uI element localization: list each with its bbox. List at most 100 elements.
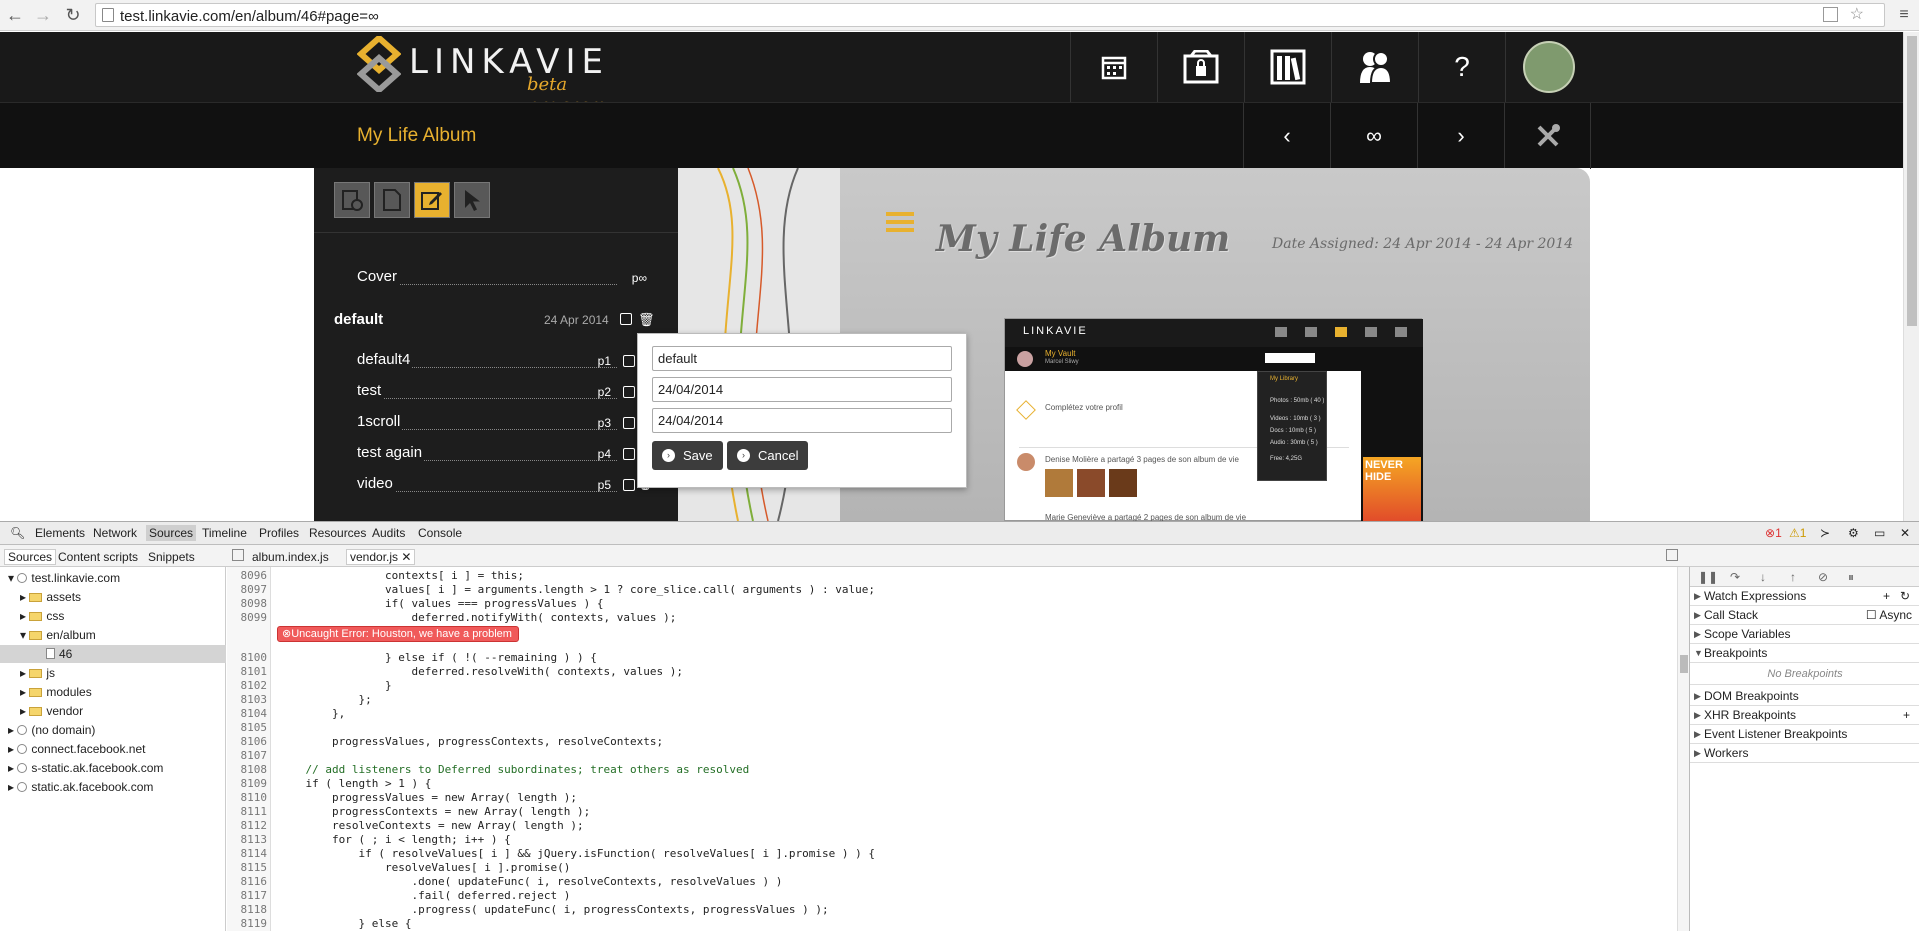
library-nav-button[interactable]	[1244, 32, 1331, 102]
close-tab-icon[interactable]: ✕	[401, 550, 411, 564]
xhr-breakpoints-pane[interactable]: ▶ XHR Breakpoints +	[1690, 706, 1919, 725]
tree-item[interactable]: ▸ js	[20, 666, 55, 680]
toc-page[interactable]: video p5 🗑	[357, 475, 653, 495]
line-number[interactable]: 8100	[227, 651, 268, 664]
error-bubble[interactable]: ⊗Uncaught Error: Houston, we have a prob…	[277, 626, 519, 642]
dock-icon[interactable]: ▭	[1874, 526, 1885, 540]
call-stack-pane[interactable]: ▶ Call Stack ☐ Async	[1690, 606, 1919, 625]
step-into-icon[interactable]: ↓	[1760, 570, 1766, 584]
workers-pane[interactable]: ▶ Workers	[1690, 744, 1919, 763]
close-icon[interactable]: ✕	[1900, 526, 1910, 540]
tab-resources[interactable]: Resources	[309, 526, 366, 540]
tree-item[interactable]: ▸ vendor	[20, 704, 83, 718]
line-number[interactable]: 8103	[227, 693, 268, 706]
section-name-input[interactable]	[652, 346, 952, 371]
line-number[interactable]: 8108	[227, 763, 268, 776]
edit-page-icon[interactable]	[623, 447, 635, 464]
dom-breakpoints-pane[interactable]: ▶ DOM Breakpoints	[1690, 687, 1919, 706]
scrollbar-thumb[interactable]	[1907, 36, 1917, 326]
line-number[interactable]: 8105	[227, 721, 268, 734]
toc-page[interactable]: default4 p1	[357, 351, 647, 371]
async-checkbox[interactable]: ☐ Async	[1866, 606, 1912, 624]
screenshot-preview-image[interactable]: LINKAVIE My Vault Marcel Sliwy Complétez…	[1004, 318, 1423, 521]
tree-item[interactable]: ▸ connect.facebook.net	[8, 742, 145, 756]
address-bar[interactable]: test.linkavie.com/en/album/46#page=∞ ☆	[95, 3, 1885, 27]
line-number[interactable]: 8104	[227, 707, 268, 720]
toc-page[interactable]: test again p4	[357, 444, 647, 464]
code-editor[interactable]: 8096 8097 8098 8099 8100 8101 8102 8103 8104 8105…	[227, 567, 1687, 931]
watch-expressions-pane[interactable]: ▶ Watch Expressions + ↻	[1690, 587, 1919, 606]
tree-item[interactable]: ▸ static.ak.facebook.com	[8, 780, 153, 794]
line-number[interactable]: 8116	[227, 875, 268, 888]
add-page-tool[interactable]	[334, 182, 370, 218]
profile-nav-button[interactable]	[1505, 32, 1592, 102]
tree-item[interactable]: ▸ (no domain)	[8, 723, 95, 737]
error-counter[interactable]: ⊗1	[1765, 526, 1782, 540]
subtab-sources[interactable]: Sources	[4, 549, 57, 565]
scope-variables-pane[interactable]: ▶ Scope Variables	[1690, 625, 1919, 644]
subtab-content-scripts[interactable]: Content scripts	[58, 550, 138, 564]
search-icon[interactable]: 🔍︎	[10, 526, 25, 540]
line-number[interactable]: 8111	[227, 805, 268, 818]
translate-icon[interactable]	[1823, 7, 1838, 22]
edit-tool[interactable]	[414, 182, 450, 218]
tree-item[interactable]: ▸ s-static.ak.facebook.com	[8, 761, 163, 775]
edit-section-icon[interactable]	[620, 313, 632, 328]
tree-item[interactable]: ▾ test.linkavie.com	[8, 571, 120, 585]
line-number[interactable]: 8110	[227, 791, 268, 804]
tree-item[interactable]: ▸ modules	[20, 685, 92, 699]
warning-counter[interactable]: ⚠1	[1789, 526, 1806, 540]
page-scrollbar[interactable]	[1903, 32, 1919, 521]
back-arrow-icon[interactable]: ←	[4, 4, 26, 26]
drawer-toggle-icon[interactable]: ≻	[1820, 526, 1830, 540]
tab-audits[interactable]: Audits	[372, 526, 405, 540]
tree-item[interactable]: ▸ assets	[20, 590, 81, 604]
album-menu-icon[interactable]	[886, 212, 914, 216]
line-number[interactable]: 8113	[227, 833, 268, 846]
new-page-tool[interactable]	[374, 182, 410, 218]
step-over-icon[interactable]: ↷	[1730, 570, 1740, 584]
line-number[interactable]: 8102	[227, 679, 268, 692]
line-number[interactable]: 8117	[227, 889, 268, 902]
line-number[interactable]: 8106	[227, 735, 268, 748]
select-tool[interactable]	[454, 182, 490, 218]
tree-item[interactable]: ▸ css	[20, 609, 64, 623]
vault-nav-button[interactable]	[1157, 32, 1244, 102]
cancel-button[interactable]: › Cancel	[727, 441, 809, 470]
line-number[interactable]: 8099	[227, 611, 268, 624]
people-nav-button[interactable]	[1331, 32, 1418, 102]
file-tab-album-index[interactable]: album.index.js	[252, 550, 329, 564]
toggle-navigator-icon[interactable]	[232, 549, 244, 561]
tree-item-selected[interactable]: 46	[46, 647, 72, 661]
forward-arrow-icon[interactable]: →	[32, 4, 54, 26]
tab-profiles[interactable]: Profiles	[259, 526, 299, 540]
previous-page-button[interactable]: ‹	[1243, 103, 1330, 169]
toc-cover[interactable]: Cover p∞	[357, 268, 647, 288]
refresh-icon[interactable]: ↻	[1900, 587, 1910, 605]
settings-tools-button[interactable]	[1504, 103, 1591, 169]
line-number[interactable]: 8101	[227, 665, 268, 678]
file-tab-vendor[interactable]: vendor.js ✕	[346, 549, 416, 565]
help-nav-button[interactable]: ?	[1418, 32, 1505, 102]
save-button[interactable]: › Save	[652, 441, 723, 470]
end-date-input[interactable]	[652, 408, 952, 433]
line-number[interactable]: 8096	[227, 569, 268, 582]
add-icon[interactable]: +	[1883, 587, 1890, 605]
line-number[interactable]: 8097	[227, 583, 268, 596]
tab-sources[interactable]: Sources	[146, 525, 197, 541]
delete-section-icon[interactable]: 🗑	[638, 312, 655, 328]
edit-page-icon[interactable]	[623, 478, 635, 495]
line-number[interactable]: 8107	[227, 749, 268, 762]
pause-on-exceptions-icon[interactable]: ⏸	[1848, 570, 1854, 585]
pause-icon[interactable]: ❚❚	[1698, 570, 1718, 584]
line-number[interactable]: 8098	[227, 597, 268, 610]
tab-console[interactable]: Console	[418, 526, 462, 540]
menu-icon[interactable]: ≡	[1893, 4, 1915, 26]
breakpoints-pane[interactable]: ▼ Breakpoints	[1690, 644, 1919, 663]
toc-page[interactable]: test p2	[357, 382, 647, 402]
subtab-snippets[interactable]: Snippets	[148, 550, 195, 564]
line-number[interactable]: 8119	[227, 917, 268, 930]
toc-page[interactable]: 1scroll p3	[357, 413, 647, 433]
line-number[interactable]: 8109	[227, 777, 268, 790]
reload-icon[interactable]: ↻	[62, 4, 84, 26]
